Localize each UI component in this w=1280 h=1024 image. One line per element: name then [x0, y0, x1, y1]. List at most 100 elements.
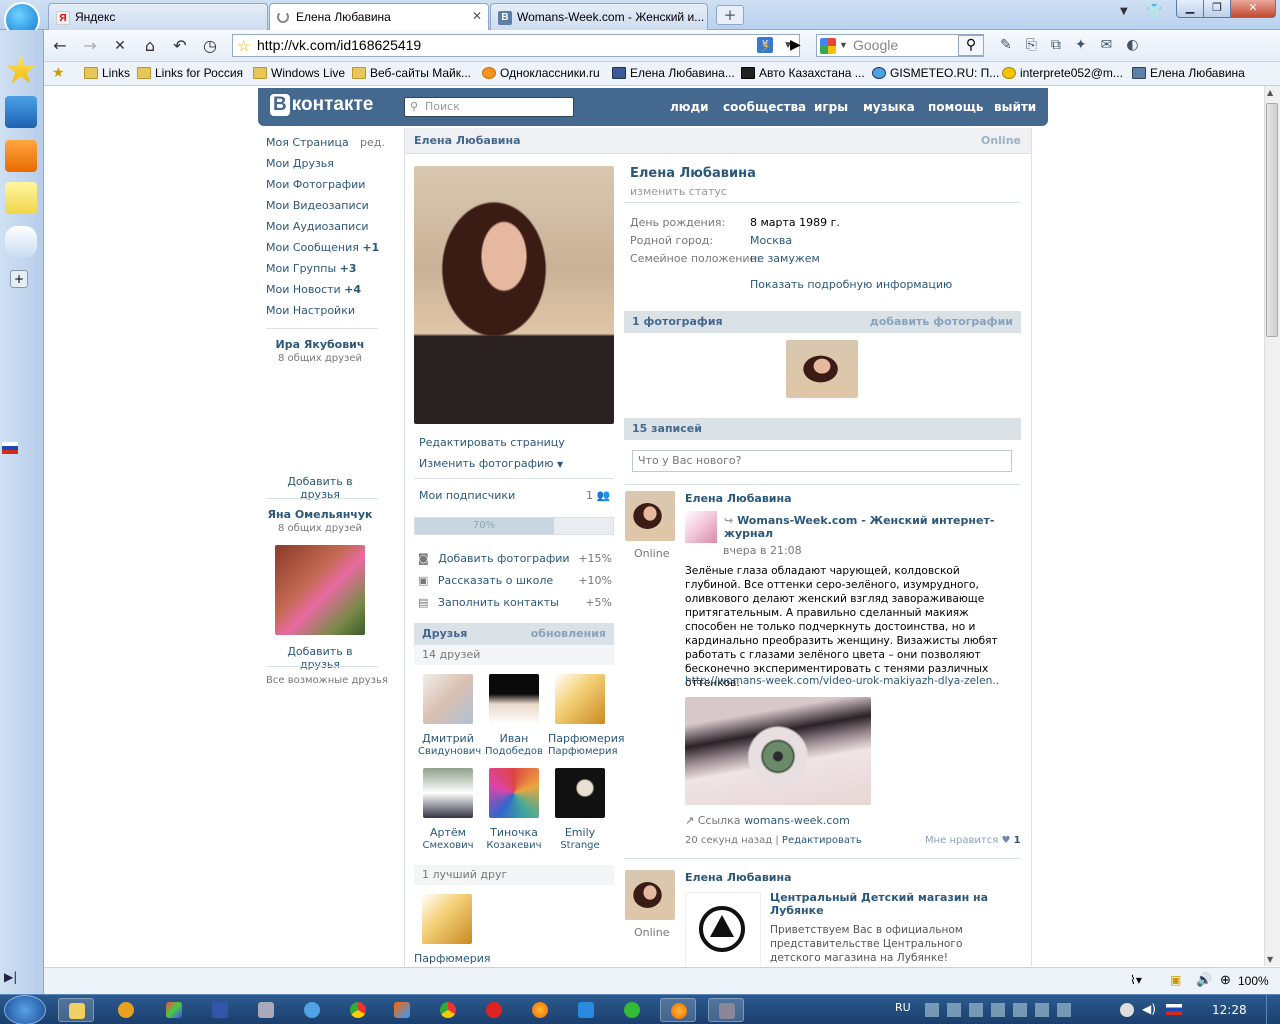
profile-photo[interactable]: [414, 166, 614, 424]
maximize-button[interactable]: ❐: [1203, 0, 1231, 18]
change-photo-link[interactable]: Изменить фотографию ▼: [419, 457, 563, 470]
friend-item[interactable]: Тиночка Козакевич: [484, 768, 544, 852]
taskbar-media[interactable]: [384, 998, 420, 1022]
wall-title[interactable]: 15 записей: [632, 422, 702, 435]
taskbar-app[interactable]: [108, 998, 144, 1022]
menu-my-page[interactable]: Моя Страница ред.: [266, 132, 385, 153]
scrollbar-thumb[interactable]: [1266, 103, 1278, 337]
friend-item[interactable]: Парфюмерия Парфюмерия: [548, 674, 624, 758]
taskbar-save[interactable]: [202, 998, 238, 1022]
bookmark-vk-elena[interactable]: Елена Любавина: [1132, 66, 1245, 80]
language-indicator[interactable]: RU: [895, 1001, 911, 1014]
menu-games[interactable]: игры: [814, 100, 848, 114]
favorites-star-icon[interactable]: [5, 54, 37, 84]
photo-thumbnail[interactable]: [786, 340, 858, 398]
activity-icon[interactable]: ⌇▾: [1130, 973, 1142, 987]
taskbar-maxthon[interactable]: [568, 998, 604, 1022]
undo-icon[interactable]: ↶: [170, 37, 190, 55]
menu-my-groups[interactable]: Мои Группы +3: [266, 258, 382, 279]
wall-post-input[interactable]: Что у Вас нового?: [632, 450, 1012, 472]
friend-avatar[interactable]: [423, 768, 473, 818]
taskbar-opera[interactable]: [476, 998, 512, 1022]
history-icon[interactable]: ◷: [200, 37, 220, 55]
menu-my-messages[interactable]: Мои Сообщения +1: [266, 237, 382, 258]
friend-item[interactable]: Emily Strange: [548, 768, 612, 852]
vk-search-input[interactable]: ⚲ Поиск: [404, 97, 574, 117]
bookmark-facebook-elena[interactable]: Елена Любавина...: [612, 66, 735, 80]
post-author-name[interactable]: Елена Любавина: [685, 871, 792, 884]
bookmark-star-icon[interactable]: ☆: [237, 36, 250, 57]
bookmark-links-russia[interactable]: Links for Россия: [137, 66, 243, 80]
menu-logout[interactable]: выйти: [994, 100, 1036, 114]
post-time[interactable]: 20 секунд назад: [685, 835, 772, 846]
scroll-up-icon[interactable]: ▲: [1267, 88, 1273, 97]
tray-network-icon[interactable]: [1120, 1003, 1134, 1017]
bookmark-auto-kz[interactable]: Авто Казахстана ...: [741, 66, 865, 80]
show-desktop-button[interactable]: [1266, 995, 1280, 1024]
go-icon[interactable]: ▶: [790, 37, 801, 53]
notes-icon[interactable]: [5, 182, 37, 214]
best-friend-item[interactable]: Парфюмерия: [414, 894, 490, 965]
friend-item[interactable]: Иван Подобедов: [484, 674, 544, 758]
add-panel-icon[interactable]: +: [10, 270, 28, 288]
bookmark-websites[interactable]: Веб-сайты Майк...: [352, 66, 471, 80]
tray-volume-icon[interactable]: ◀): [1142, 1002, 1156, 1016]
friend-avatar[interactable]: [423, 674, 473, 724]
relationship-value[interactable]: не замужем: [750, 252, 820, 265]
taskbar-mail[interactable]: [614, 998, 650, 1022]
bookmark-odnoklassniki[interactable]: Одноклассники.ru: [482, 66, 600, 80]
new-tab-button[interactable]: +: [716, 5, 744, 25]
post-image[interactable]: [685, 697, 871, 805]
friend-avatar[interactable]: [555, 768, 605, 818]
search-icon[interactable]: ⚲: [958, 35, 984, 56]
suggestion-name[interactable]: Яна Омельянчук: [266, 508, 374, 521]
menu-music[interactable]: музыка: [863, 100, 915, 114]
notes-status-icon[interactable]: ▣: [1170, 973, 1181, 987]
birthday-value[interactable]: 8 марта 1989 г.: [750, 216, 840, 229]
add-photos-link[interactable]: добавить фотографии: [870, 311, 1013, 333]
post-author-name[interactable]: Елена Любавина: [685, 492, 792, 505]
taskbar-browser[interactable]: [294, 998, 330, 1022]
menu-help[interactable]: помощь: [928, 100, 983, 114]
task-school[interactable]: ▣ Рассказать о школе +10%: [418, 574, 612, 596]
back-icon[interactable]: ←: [50, 37, 70, 55]
menu-my-audio[interactable]: Мои Аудиозаписи: [266, 216, 382, 237]
tab-yandex[interactable]: Я Яндекс: [48, 3, 268, 30]
subscribers-link[interactable]: Мои подписчики: [419, 489, 515, 502]
bookmark-windows-live[interactable]: Windows Live: [253, 66, 345, 80]
menu-communities[interactable]: сообщества: [723, 100, 806, 114]
post-title-link[interactable]: Центральный Детский магазин на Лубянке: [770, 891, 1000, 917]
menu-my-settings[interactable]: Мои Настройки: [266, 300, 382, 321]
taskbar-window[interactable]: [708, 998, 744, 1022]
photos-title[interactable]: 1 фотография: [632, 315, 723, 328]
taskbar-firefox-active[interactable]: [660, 998, 696, 1022]
bookmarks-star-icon[interactable]: ★: [52, 64, 65, 81]
menu-my-photos[interactable]: Мои Фотографии: [266, 174, 382, 195]
add-friend-link[interactable]: Добавить в друзья: [266, 645, 374, 671]
address-bar[interactable]: ☆ http://vk.com/id168625419 ¥ ▼: [232, 34, 800, 57]
friend-avatar[interactable]: [555, 674, 605, 724]
close-window-button[interactable]: ✕: [1230, 0, 1276, 18]
post-author-avatar[interactable]: [625, 870, 675, 920]
taskbar-paint[interactable]: [156, 998, 192, 1022]
cloud-icon[interactable]: [5, 226, 37, 258]
zoom-icon[interactable]: ⊕: [1220, 972, 1231, 988]
tab-list-icon[interactable]: ▼: [1120, 6, 1128, 17]
friend-avatar[interactable]: [489, 674, 539, 724]
bookmark-links[interactable]: Links: [84, 66, 130, 80]
friend-avatar[interactable]: [489, 768, 539, 818]
post-edit-link[interactable]: Редактировать: [782, 835, 862, 846]
friend-item[interactable]: Дмитрий Свидунович: [418, 674, 481, 758]
friend-item[interactable]: Артём Смехович: [418, 768, 478, 852]
hometown-value[interactable]: Москва: [750, 234, 792, 247]
taskbar-chrome[interactable]: [340, 998, 376, 1022]
menu-people[interactable]: люди: [670, 100, 709, 114]
post-link-attachment[interactable]: ↗ Ссылка womans-week.com: [685, 814, 850, 827]
volume-icon[interactable]: 🔊: [1196, 972, 1212, 988]
home-icon[interactable]: ⌂: [140, 37, 160, 55]
post-url-link[interactable]: http://womans-week.com/video-urok-makiya…: [685, 675, 999, 687]
panel-toggle-icon[interactable]: ▶|: [4, 970, 17, 984]
all-possible-friends-link[interactable]: Все возможные друзья: [266, 675, 388, 686]
post-author-avatar[interactable]: [625, 491, 675, 541]
close-tab-icon[interactable]: ✕: [472, 9, 482, 23]
